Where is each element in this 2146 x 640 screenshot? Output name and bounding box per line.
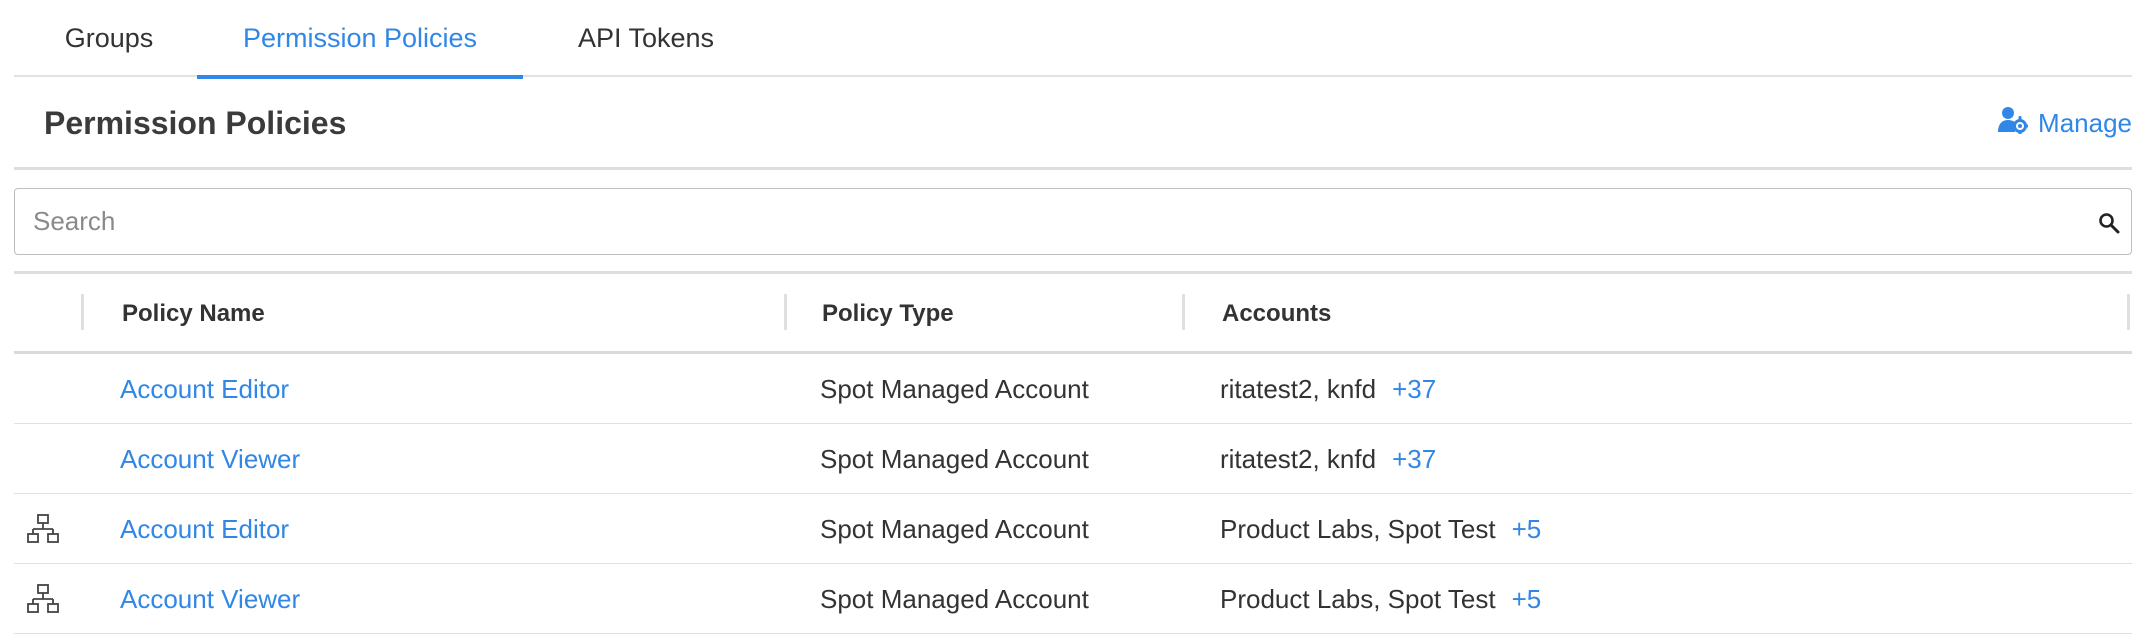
column-resizer[interactable] [784,294,787,330]
column-header-policy-name[interactable]: Policy Name [122,274,265,354]
section-header: Permission Policies Manage [14,77,2132,170]
column-header-policy-type[interactable]: Policy Type [822,274,954,354]
table-row: Account Viewer Spot Managed Account rita… [14,424,2132,494]
accounts-list: Product Labs, Spot Test [1220,513,1496,544]
accounts-list: ritatest2, knfd [1220,443,1377,474]
policy-name-link[interactable]: Account Viewer [120,564,300,634]
user-cog-icon [1998,106,2030,141]
table-row: Account Editor Spot Managed Account rita… [14,354,2132,424]
accounts-cell: Product Labs, Spot Test +5 [1220,564,1541,634]
tab-api-tokens[interactable]: API Tokens [546,0,746,77]
column-header-accounts[interactable]: Accounts [1222,274,1331,354]
policy-type: Spot Managed Account [820,513,1089,544]
policy-type: Spot Managed Account [820,373,1089,404]
tab-groups[interactable]: Groups [44,0,174,77]
policy-name-link[interactable]: Account Viewer [120,424,300,494]
policies-table: Policy Name Policy Type Accounts Account… [14,271,2132,634]
hierarchy-icon [26,494,60,564]
policy-name-link[interactable]: Account Editor [120,354,289,424]
accounts-cell: Product Labs, Spot Test +5 [1220,494,1541,564]
search-input[interactable] [15,189,2131,254]
more-accounts-link[interactable]: +5 [1512,514,1542,545]
manage-button[interactable]: Manage [1998,77,2132,170]
more-accounts-link[interactable]: +37 [1392,444,1436,475]
column-resizer[interactable] [2127,294,2130,330]
policy-name-link[interactable]: Account Editor [120,494,289,564]
page-title: Permission Policies [44,105,347,141]
accounts-list: Product Labs, Spot Test [1220,583,1496,614]
tab-permission-policies[interactable]: Permission Policies [197,0,523,79]
policy-type: Spot Managed Account [820,443,1089,474]
column-resizer[interactable] [1182,294,1185,330]
policy-type: Spot Managed Account [820,583,1089,614]
accounts-cell: ritatest2, knfd +37 [1220,354,1436,424]
hierarchy-icon [26,564,60,634]
column-resizer[interactable] [81,294,84,330]
table-row: Account Editor Spot Managed Account Prod… [14,494,2132,564]
table-row: Account Viewer Spot Managed Account Prod… [14,564,2132,634]
table-header: Policy Name Policy Type Accounts [14,274,2132,354]
accounts-cell: ritatest2, knfd +37 [1220,424,1436,494]
more-accounts-link[interactable]: +37 [1392,374,1436,405]
accounts-list: ritatest2, knfd [1220,373,1377,404]
more-accounts-link[interactable]: +5 [1512,584,1542,615]
search-box [14,188,2132,255]
search-icon[interactable] [2097,211,2121,235]
manage-label: Manage [2038,108,2132,138]
tab-bar: Groups Permission Policies API Tokens [14,0,2132,79]
